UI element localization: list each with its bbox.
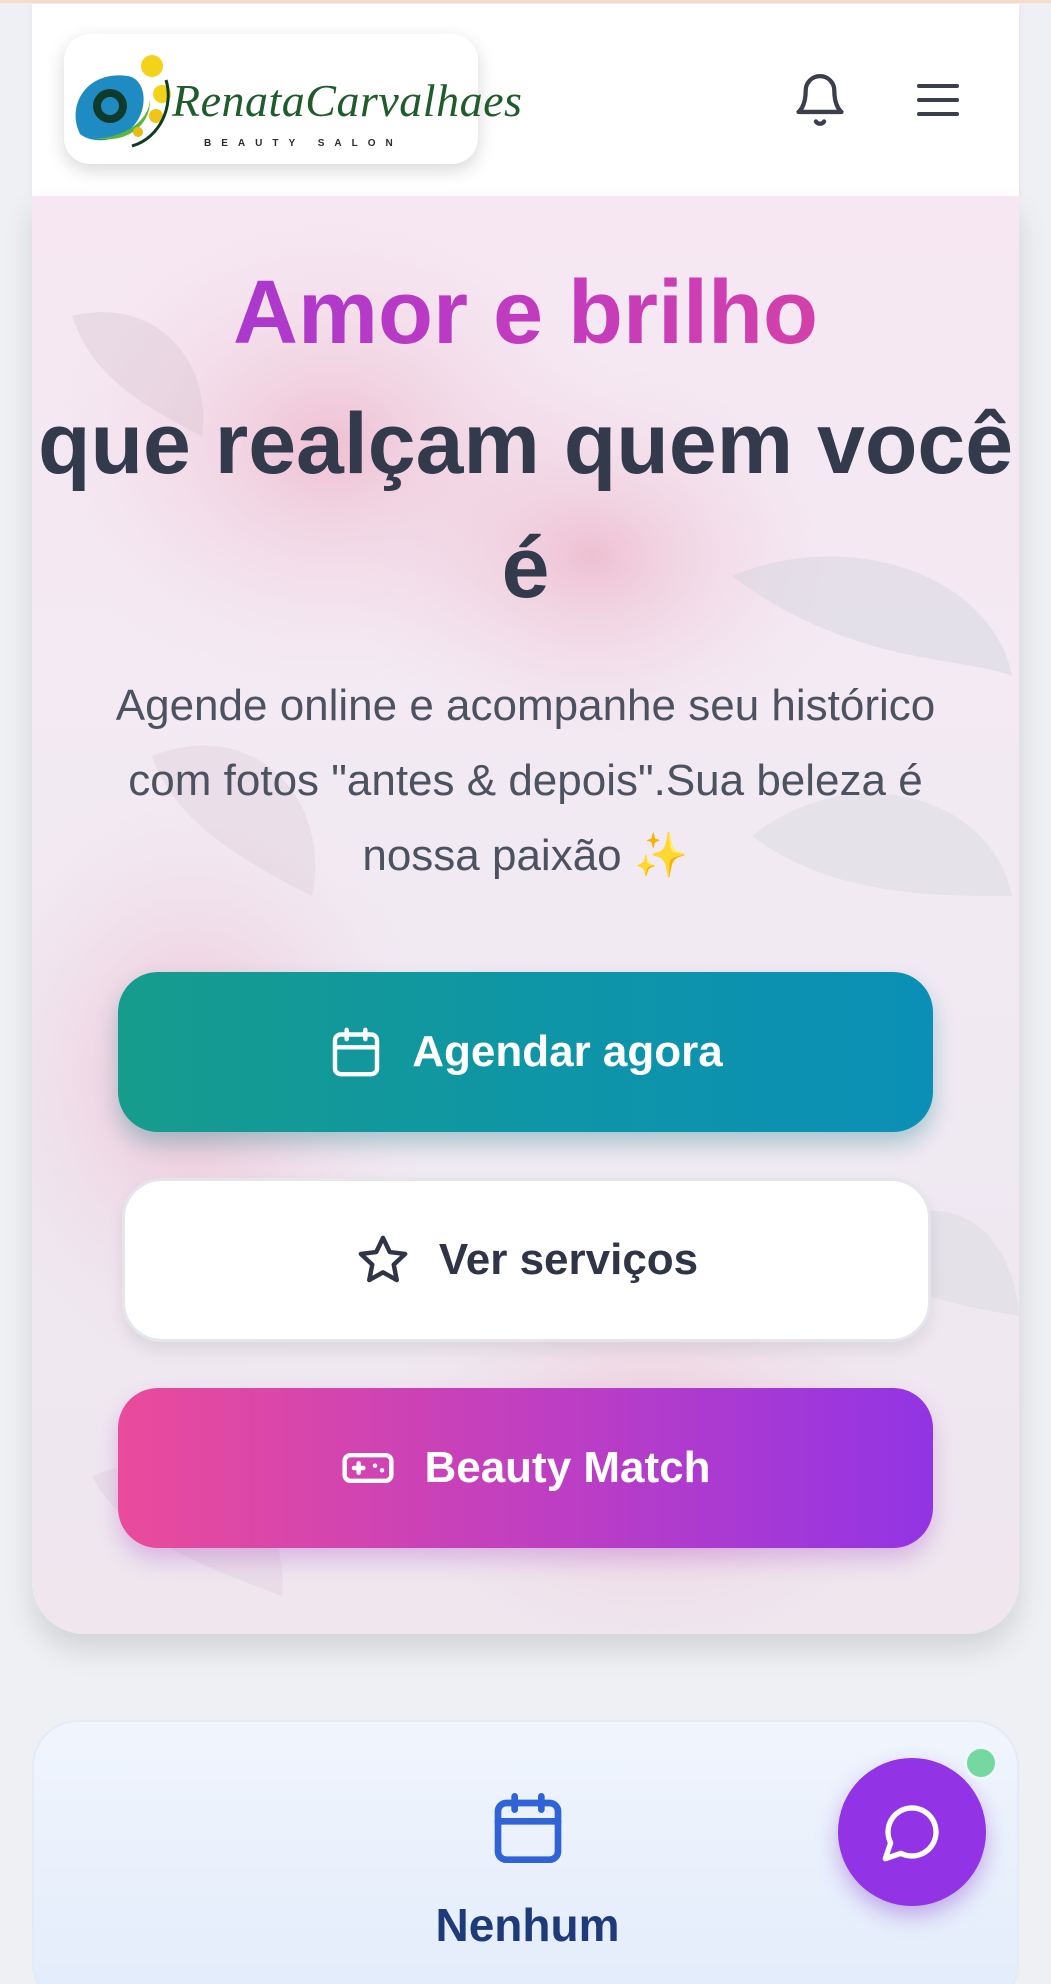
view-services-label: Ver serviços xyxy=(438,1235,699,1284)
menu-button[interactable] xyxy=(908,70,968,130)
beauty-match-button[interactable]: Beauty Match xyxy=(118,1388,933,1548)
bell-icon xyxy=(796,74,844,126)
hero-title: que realçam quem você é xyxy=(37,396,1014,616)
chat-bubble-icon xyxy=(882,1805,939,1862)
chat-button[interactable] xyxy=(838,1758,986,1906)
gamepad-icon xyxy=(340,1440,396,1496)
logo-text: RenataCarvalhaes xyxy=(172,75,523,126)
hero-title-highlight: Amor e brilho xyxy=(32,262,1019,365)
star-icon xyxy=(355,1232,411,1288)
logo[interactable]: RenataCarvalhaes BEAUTY SALON xyxy=(64,34,522,164)
hamburger-menu-icon xyxy=(917,84,959,116)
calendar-icon xyxy=(328,1024,384,1080)
schedule-now-label: Agendar agora xyxy=(412,1027,723,1076)
page: RenataCarvalhaes BEAUTY SALON Amor e bri… xyxy=(0,0,1051,1984)
view-services-button[interactable]: Ver serviços xyxy=(122,1178,931,1342)
logo-mark-icon xyxy=(75,55,171,148)
notifications-button[interactable] xyxy=(784,60,856,140)
top-accent-line xyxy=(0,0,1051,3)
logo-subtext: BEAUTY SALON xyxy=(204,138,403,149)
hero-section: Amor e brilho que realçam quem você é Ag… xyxy=(32,196,1019,1634)
site-header: RenataCarvalhaes BEAUTY SALON xyxy=(32,4,1019,196)
next-appointment-value: Nenhum xyxy=(435,1899,620,1951)
beauty-match-label: Beauty Match xyxy=(424,1443,711,1492)
hero-subtitle: Agende online e acompanhe seu histórico … xyxy=(115,681,936,880)
calendar-icon xyxy=(494,1793,562,1863)
schedule-now-button[interactable]: Agendar agora xyxy=(118,972,933,1132)
online-status-dot xyxy=(964,1746,998,1780)
